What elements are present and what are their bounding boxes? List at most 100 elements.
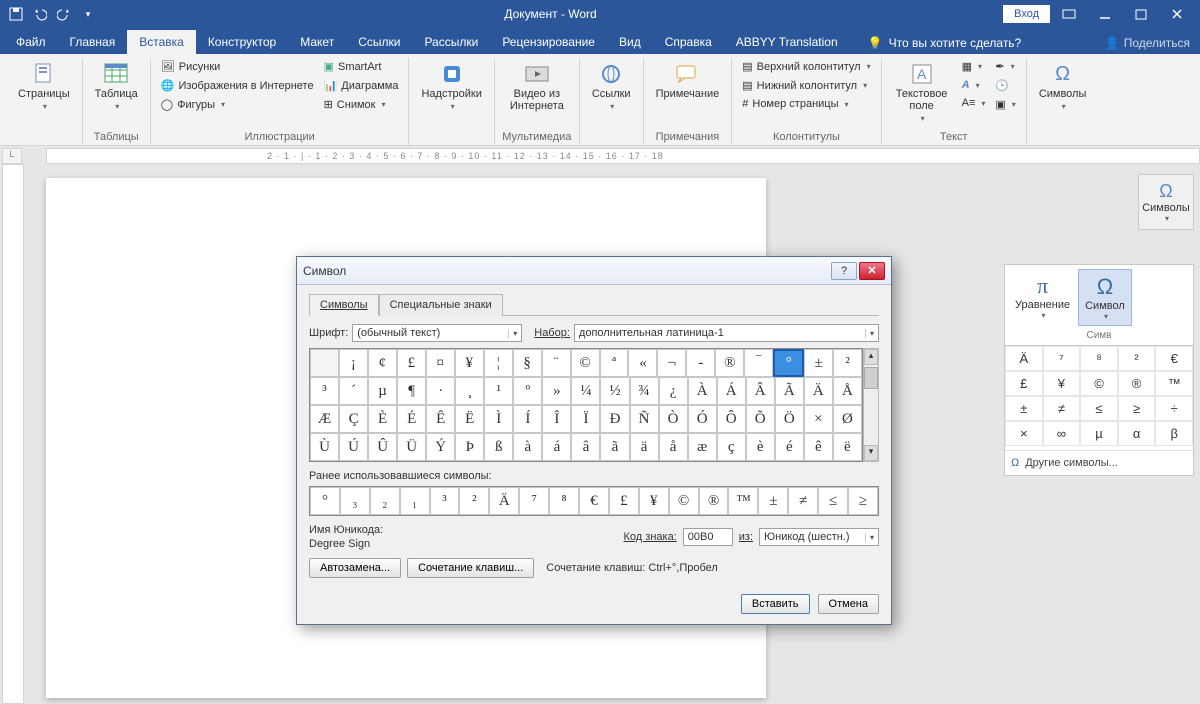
char-cell[interactable]: ½ [600, 377, 629, 405]
char-cell[interactable]: Ú [339, 433, 368, 461]
char-cell[interactable]: Å [833, 377, 862, 405]
tab-special-chars[interactable]: Специальные знаки [379, 294, 503, 316]
quick-symbol-cell[interactable]: ÷ [1155, 396, 1193, 421]
undo-icon[interactable] [30, 4, 50, 24]
recent-char-cell[interactable]: ™ [728, 487, 758, 515]
char-cell[interactable]: - [686, 349, 715, 377]
char-cell[interactable]: ° [773, 349, 804, 377]
char-cell[interactable]: · [426, 377, 455, 405]
from-select[interactable]: Юникод (шестн.)▾ [759, 528, 879, 546]
char-cell[interactable]: Þ [455, 433, 484, 461]
tab-abbyy translation[interactable]: ABBYY Translation [724, 30, 850, 54]
char-cell[interactable]: ß [484, 433, 513, 461]
quick-symbol-cell[interactable]: ∞ [1043, 421, 1081, 446]
symbols-group-button[interactable]: ΩСимволы▾ [1138, 174, 1194, 230]
tab-рассылки[interactable]: Рассылки [412, 30, 490, 54]
recent-char-cell[interactable]: ® [699, 487, 729, 515]
char-cell[interactable]: ¿ [659, 377, 688, 405]
char-cell[interactable]: § [513, 349, 542, 377]
recent-char-cell[interactable]: ≠ [788, 487, 818, 515]
char-cell[interactable]: À [688, 377, 717, 405]
char-cell[interactable]: â [571, 433, 600, 461]
char-cell[interactable]: ´ [339, 377, 368, 405]
pages-button[interactable]: Страницы▾ [12, 58, 76, 115]
char-cell[interactable]: Ü [397, 433, 426, 461]
more-symbols-button[interactable]: ΩДругие символы... [1005, 450, 1193, 475]
save-icon[interactable] [6, 4, 26, 24]
char-cell[interactable]: é [775, 433, 804, 461]
recent-char-cell[interactable]: ₂ [370, 487, 400, 515]
char-cell[interactable]: ¬ [657, 349, 686, 377]
vertical-ruler[interactable] [2, 164, 24, 704]
quick-symbol-cell[interactable]: € [1155, 346, 1193, 371]
char-cell[interactable]: Ï [571, 405, 600, 433]
char-cell[interactable]: ¢ [368, 349, 397, 377]
redo-icon[interactable] [54, 4, 74, 24]
char-cell[interactable]: ¸ [455, 377, 484, 405]
char-cell[interactable]: ¼ [571, 377, 600, 405]
char-cell[interactable]: Á [717, 377, 746, 405]
char-cell[interactable]: è [746, 433, 775, 461]
char-cell[interactable]: ¦ [484, 349, 513, 377]
quick-symbol-cell[interactable]: Ä [1005, 346, 1043, 371]
quick-symbol-cell[interactable]: ™ [1155, 371, 1193, 396]
scroll-thumb[interactable] [864, 367, 878, 389]
date-time-button[interactable]: 🕒 [991, 77, 1019, 94]
recent-char-cell[interactable]: ¥ [639, 487, 669, 515]
char-cell[interactable]: × [804, 405, 833, 433]
symbol-button[interactable]: ΩСимвол▾ [1078, 269, 1132, 326]
shapes-button[interactable]: ◯Фигуры▾ [157, 96, 318, 113]
pictures-button[interactable]: 🖼Рисунки [157, 58, 318, 75]
links-button[interactable]: Ссылки▾ [586, 58, 637, 115]
char-cell[interactable]: Ø [833, 405, 862, 433]
char-code-input[interactable]: 00B0 [683, 528, 733, 546]
char-cell[interactable]: È [368, 405, 397, 433]
char-cell[interactable]: ² [833, 349, 862, 377]
quick-symbol-cell[interactable]: µ [1080, 421, 1118, 446]
header-button[interactable]: ▤Верхний колонтитул▾ [738, 58, 874, 75]
char-cell[interactable]: ® [715, 349, 744, 377]
quick-symbol-cell[interactable]: ¥ [1043, 371, 1081, 396]
char-cell[interactable]: Ö [775, 405, 804, 433]
horizontal-ruler[interactable]: 2 · 1 · | · 1 · 2 · 3 · 4 · 5 · 6 · 7 · … [46, 148, 1200, 164]
dialog-titlebar[interactable]: Символ ? ✕ [297, 257, 891, 285]
recent-char-cell[interactable]: Ä [489, 487, 519, 515]
symbols-button[interactable]: ΩСимволы▾ [1033, 58, 1093, 115]
tab-вид[interactable]: Вид [607, 30, 653, 54]
ribbon-options-icon[interactable] [1052, 2, 1086, 26]
char-cell[interactable]: » [542, 377, 571, 405]
cancel-button[interactable]: Отмена [818, 594, 879, 614]
char-cell[interactable]: æ [688, 433, 717, 461]
tab-рецензирование[interactable]: Рецензирование [490, 30, 607, 54]
char-cell[interactable]: Ç [339, 405, 368, 433]
char-cell[interactable]: Õ [746, 405, 775, 433]
quick-symbol-cell[interactable]: ⁸ [1080, 346, 1118, 371]
char-cell[interactable]: µ [368, 377, 397, 405]
char-cell[interactable]: ¶ [397, 377, 426, 405]
char-cell[interactable]: Ì [484, 405, 513, 433]
char-cell[interactable]: É [397, 405, 426, 433]
insert-button[interactable]: Вставить [741, 594, 810, 614]
char-cell[interactable]: Ù [310, 433, 339, 461]
quick-symbol-cell[interactable]: × [1005, 421, 1043, 446]
textbox-button[interactable]: AТекстовое поле▾ [888, 58, 956, 127]
login-button[interactable]: Вход [1003, 5, 1050, 23]
qat-customize-icon[interactable]: ▾ [78, 4, 98, 24]
recent-char-cell[interactable]: € [579, 487, 609, 515]
character-grid[interactable]: ¡¢£¤¥¦§¨©ª«¬-®‾°±²³´µ¶·¸¹º»¼½¾¿ÀÁÂÃÄÅÆÇÈ… [309, 348, 863, 462]
char-cell[interactable]: ± [804, 349, 833, 377]
char-cell[interactable]: ä [630, 433, 659, 461]
smartart-button[interactable]: ▣SmartArt [320, 58, 403, 75]
tell-me-search[interactable]: 💡Что вы хотите сделать? [862, 32, 1028, 54]
recent-char-cell[interactable]: ≥ [848, 487, 878, 515]
quick-symbol-cell[interactable]: ⁷ [1043, 346, 1081, 371]
recent-char-cell[interactable]: £ [609, 487, 639, 515]
grid-scrollbar[interactable]: ▴▾ [863, 348, 879, 462]
quick-symbol-cell[interactable]: ≠ [1043, 396, 1081, 421]
tab-конструктор[interactable]: Конструктор [196, 30, 288, 54]
quick-symbol-cell[interactable]: £ [1005, 371, 1043, 396]
char-cell[interactable]: Ò [659, 405, 688, 433]
tab-главная[interactable]: Главная [58, 30, 128, 54]
char-cell[interactable]: à [513, 433, 542, 461]
char-cell[interactable]: ³ [310, 377, 339, 405]
